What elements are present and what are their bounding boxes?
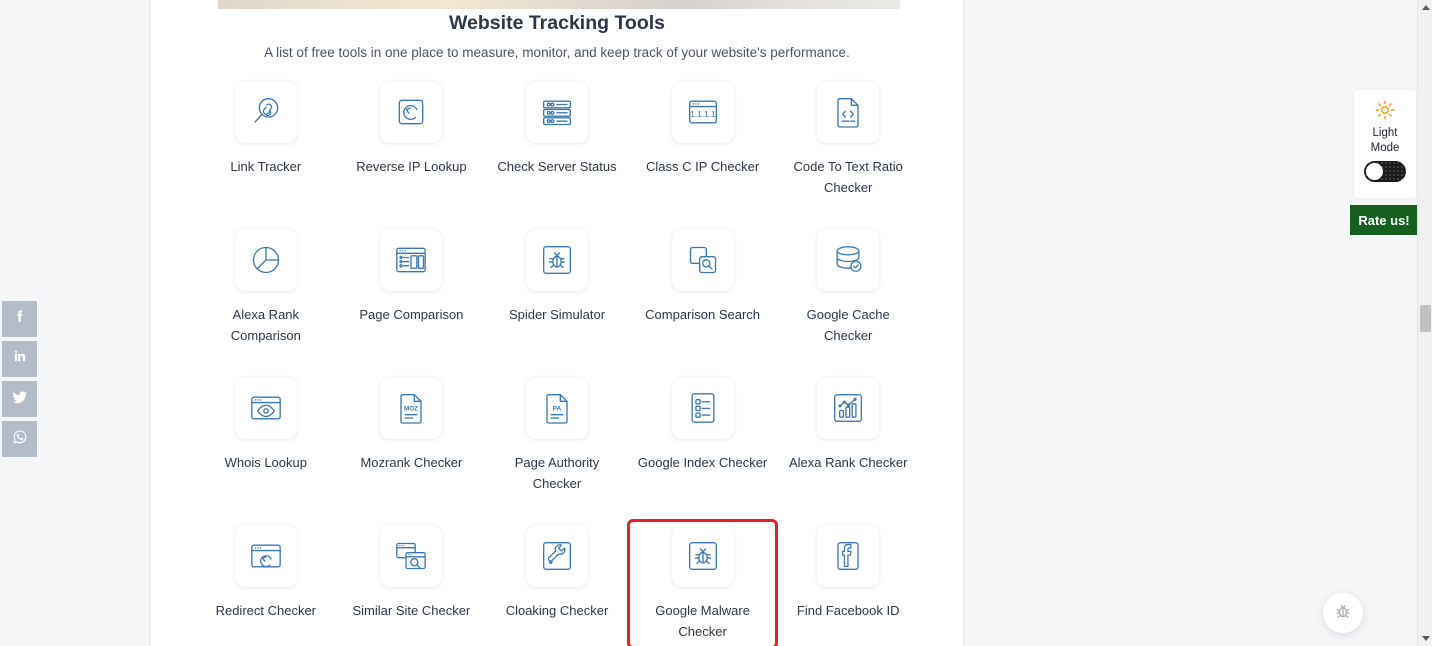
tool-label: Spider Simulator bbox=[508, 307, 606, 322]
tool-card-check-server-status[interactable]: Check Server Status bbox=[484, 78, 630, 202]
browser-redirect-icon bbox=[234, 525, 297, 587]
bar-chart-trend-icon bbox=[817, 377, 880, 439]
tool-card-reverse-ip-lookup[interactable]: Reverse IP Lookup bbox=[339, 78, 485, 202]
whatsapp-icon bbox=[11, 428, 29, 451]
pie-chart-icon bbox=[234, 229, 297, 291]
tool-card-mozrank-checker[interactable]: MOZ Mozrank Checker bbox=[339, 374, 485, 498]
floating-bug-button[interactable] bbox=[1323, 593, 1363, 633]
tool-card-class-c-ip-checker[interactable]: 1.1.1.1 Class C IP Checker bbox=[630, 78, 776, 202]
stacked-browser-search-icon bbox=[380, 525, 443, 587]
sun-icon bbox=[1374, 99, 1396, 126]
code-document-icon bbox=[817, 81, 880, 143]
light-mode-label-line1: Light bbox=[1372, 127, 1398, 139]
light-mode-widget[interactable]: Light Mode bbox=[1354, 90, 1416, 198]
tool-card-redirect-checker[interactable]: Redirect Checker bbox=[193, 522, 339, 646]
tool-card-spider-simulator[interactable]: Spider Simulator bbox=[484, 226, 630, 350]
page-title: Website Tracking Tools bbox=[449, 12, 665, 34]
tool-card-comparison-search[interactable]: Comparison Search bbox=[630, 226, 776, 350]
stacked-squares-search-icon bbox=[671, 229, 734, 291]
dark-mode-toggle[interactable] bbox=[1364, 161, 1406, 182]
light-mode-label-line2: Mode bbox=[1370, 142, 1400, 154]
tool-card-similar-site-checker[interactable]: Similar Site Checker bbox=[339, 522, 485, 646]
checklist-document-icon bbox=[671, 377, 734, 439]
social-share-rail bbox=[2, 301, 37, 461]
bug-icon bbox=[1333, 601, 1353, 626]
tool-label: Page Authority Checker bbox=[514, 455, 600, 491]
tool-label: Cloaking Checker bbox=[505, 603, 609, 618]
link-magnifier-icon bbox=[234, 81, 297, 143]
tool-label: Alexa Rank Checker bbox=[788, 455, 908, 470]
scroll-down-arrow[interactable] bbox=[1418, 631, 1432, 646]
tool-label: Class C IP Checker bbox=[646, 159, 760, 174]
tool-label: Alexa Rank Comparison bbox=[230, 307, 301, 343]
linkedin-icon bbox=[11, 348, 28, 370]
tool-label: Similar Site Checker bbox=[352, 603, 471, 618]
reverse-arrow-box-icon bbox=[380, 81, 443, 143]
browser-ip-icon: 1.1.1.1 bbox=[671, 81, 734, 143]
tool-label: Reverse IP Lookup bbox=[356, 159, 467, 174]
wrench-box-icon bbox=[525, 525, 588, 587]
svg-text:1.1.1.1: 1.1.1.1 bbox=[690, 109, 716, 119]
tool-card-google-malware-checker[interactable]: Google Malware Checker bbox=[626, 519, 779, 646]
pa-document-icon: PA bbox=[525, 377, 588, 439]
page-root: Website Tracking Tools A list of free to… bbox=[0, 0, 1432, 646]
tool-card-link-tracker[interactable]: Link Tracker bbox=[193, 78, 339, 202]
tool-card-code-to-text-ratio-checker[interactable]: Code To Text Ratio Checker bbox=[775, 78, 921, 202]
svg-text:MOZ: MOZ bbox=[404, 406, 418, 413]
right-rail: Light Mode Rate us! bbox=[965, 0, 1418, 646]
tool-label: Find Facebook ID bbox=[796, 603, 900, 618]
tool-card-page-comparison[interactable]: Page Comparison bbox=[339, 226, 485, 350]
tool-label: Google Cache Checker bbox=[806, 307, 890, 343]
twitter-share-button[interactable] bbox=[2, 381, 37, 417]
tool-label: Link Tracker bbox=[230, 159, 302, 174]
tool-label: Comparison Search bbox=[645, 307, 761, 322]
comparison-window-icon bbox=[380, 229, 443, 291]
scrollbar-thumb[interactable] bbox=[1420, 305, 1431, 332]
main-content-panel: Website Tracking Tools A list of free to… bbox=[150, 0, 964, 646]
tool-card-alexa-rank-comparison[interactable]: Alexa Rank Comparison bbox=[193, 226, 339, 350]
facebook-box-icon bbox=[817, 525, 880, 587]
tool-label: Check Server Status bbox=[497, 159, 617, 174]
tool-card-alexa-rank-checker[interactable]: Alexa Rank Checker bbox=[775, 374, 921, 498]
database-check-icon bbox=[817, 229, 880, 291]
browser-eye-icon bbox=[234, 377, 297, 439]
page-subtitle: A list of free tools in one place to mea… bbox=[264, 45, 850, 60]
tools-grid: Link Tracker Reverse IP Lookup Check Serve… bbox=[193, 78, 921, 646]
tool-label: Mozrank Checker bbox=[360, 455, 463, 470]
tool-card-find-facebook-id[interactable]: Find Facebook ID bbox=[775, 522, 921, 646]
tool-label: Code To Text Ratio Checker bbox=[793, 159, 903, 195]
facebook-icon bbox=[11, 308, 28, 330]
scroll-up-arrow[interactable] bbox=[1418, 0, 1432, 15]
svg-text:PA: PA bbox=[553, 406, 562, 413]
tool-label: Redirect Checker bbox=[215, 603, 317, 618]
tool-card-page-authority-checker[interactable]: PA Page Authority Checker bbox=[484, 374, 630, 498]
tool-card-whois-lookup[interactable]: Whois Lookup bbox=[193, 374, 339, 498]
linkedin-share-button[interactable] bbox=[2, 341, 37, 377]
tool-label: Whois Lookup bbox=[224, 455, 307, 470]
bug-box-icon bbox=[671, 525, 734, 587]
whatsapp-share-button[interactable] bbox=[2, 421, 37, 457]
twitter-icon bbox=[11, 388, 29, 411]
tool-card-cloaking-checker[interactable]: Cloaking Checker bbox=[484, 522, 630, 646]
facebook-share-button[interactable] bbox=[2, 301, 37, 337]
banner-image-strip bbox=[218, 0, 900, 9]
tool-label: Google Index Checker bbox=[637, 455, 768, 470]
server-rack-icon bbox=[525, 81, 588, 143]
rate-us-button[interactable]: Rate us! bbox=[1350, 205, 1418, 235]
tool-label: Page Comparison bbox=[359, 307, 464, 322]
bug-box-icon bbox=[525, 229, 588, 291]
vertical-scrollbar[interactable] bbox=[1417, 0, 1432, 646]
tool-card-google-cache-checker[interactable]: Google Cache Checker bbox=[775, 226, 921, 350]
moz-document-icon: MOZ bbox=[380, 377, 443, 439]
tool-label: Google Malware Checker bbox=[655, 603, 750, 639]
toggle-knob bbox=[1366, 163, 1383, 180]
tool-card-google-index-checker[interactable]: Google Index Checker bbox=[630, 374, 776, 498]
